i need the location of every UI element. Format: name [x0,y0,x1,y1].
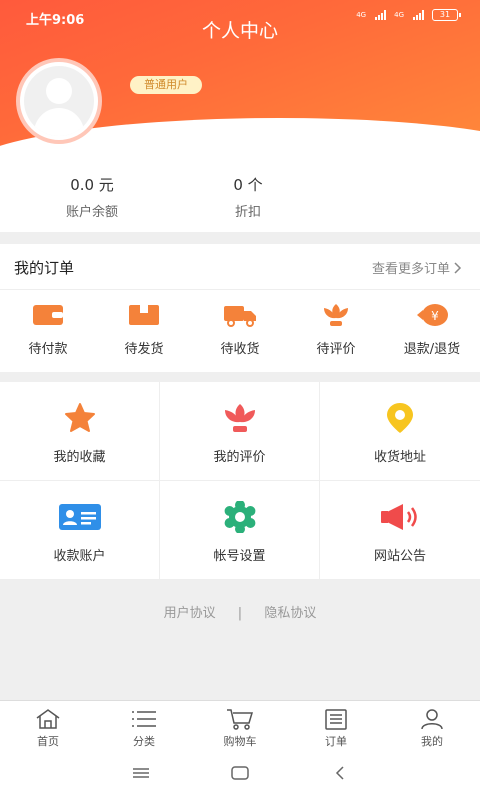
gear-icon [224,501,255,533]
order-pending-payment[interactable]: 待付款 [0,302,96,357]
grid-label: 帐号设置 [213,549,266,564]
user-level-badge: 普通用户 [130,76,202,94]
order-pending-review[interactable]: 待评价 [288,302,384,357]
footer-links: 用户协议 | 隐私协议 [0,602,480,621]
grid-label: 收货地址 [373,450,426,465]
system-nav-bar [0,752,480,800]
privacy-policy-link[interactable]: 隐私协议 [264,602,316,621]
grid-label: 我的收藏 [53,450,106,465]
order-refund-return[interactable]: ¥ 退款/退货 [384,302,480,357]
grid-label: 网站公告 [373,549,426,564]
order-label: 退款/退货 [403,342,461,357]
home-icon [36,709,60,729]
megaphone-icon [381,504,417,530]
tab-label: 购物车 [223,735,257,748]
menu-icon[interactable] [133,766,149,780]
tab-cart[interactable]: 购物车 [192,701,288,752]
balance-label: 账户余额 [65,205,118,220]
order-label: 待收货 [220,342,260,357]
bottom-tab-bar: 首页 分类 购物车 订单 我的 [0,700,480,752]
discount-stat[interactable]: 0 个 折扣 [208,174,288,220]
tab-label: 首页 [37,735,59,748]
home-button-icon[interactable] [231,766,249,780]
view-more-orders-link[interactable]: 查看更多订单 [372,258,462,277]
links-separator: | [237,606,243,621]
order-label: 待付款 [28,342,68,357]
back-icon[interactable] [335,766,345,780]
grid-label: 收款账户 [53,549,106,564]
discount-label: 折扣 [234,205,261,220]
order-label: 待评价 [316,342,356,357]
balance-stat[interactable]: 0.0 元 折扣 账户余额 [52,174,132,220]
page-title: 个人中心 [201,20,278,42]
tab-mine[interactable]: 我的 [384,701,480,752]
id-card-icon [58,504,101,530]
order-pending-receipt[interactable]: 待收货 [192,302,288,357]
grid-shipping-address[interactable]: 收货地址 [320,382,480,481]
wallet-icon [33,305,63,325]
star-icon [64,403,95,432]
chevron-right-icon [454,261,462,274]
tab-label: 我的 [421,735,443,748]
tab-orders[interactable]: 订单 [288,701,384,752]
service-grid: 我的收藏 我的评价 收货地址 收款账户 帐号设置 网站公告 [0,382,480,580]
tab-category[interactable]: 分类 [96,701,192,752]
grid-favorites[interactable]: 我的收藏 [0,382,160,481]
grid-my-reviews[interactable]: 我的评价 [160,382,320,481]
flower-icon [224,404,255,432]
cart-icon [227,709,254,730]
list-icon [132,711,156,727]
svg-text:¥: ¥ [431,309,439,323]
view-more-orders-label: 查看更多订单 [371,262,450,277]
discount-value: 0 个 [233,176,263,194]
tab-label: 订单 [325,735,347,748]
order-pending-shipment[interactable]: 待发货 [96,302,192,357]
order-label: 待发货 [124,342,164,357]
package-icon [129,305,159,325]
orders-header: 我的订单 查看更多订单 [0,244,480,290]
balance-value: 0.0 元 [70,176,114,194]
my-orders-section: 我的订单 查看更多订单 待付款 待发货 待收货 待评价 ¥ 退款/退货 [0,244,480,372]
flower-icon [324,304,348,326]
grid-account-settings[interactable]: 帐号设置 [160,481,320,580]
tab-label: 分类 [133,735,155,748]
grid-site-announcement[interactable]: 网站公告 [320,481,480,580]
clipboard-icon [325,709,347,730]
truck-icon [224,306,256,327]
orders-title: 我的订单 [14,259,75,277]
grid-label: 我的评价 [213,450,266,465]
user-agreement-link[interactable]: 用户协议 [164,602,216,621]
user-icon [421,709,443,730]
avatar[interactable] [16,58,102,144]
tab-home[interactable]: 首页 [0,701,96,752]
account-stats: 0.0 元 折扣 账户余额 0 个 折扣 [0,160,480,232]
grid-payment-account[interactable]: 收款账户 [0,481,160,580]
location-pin-icon [387,403,413,433]
refund-icon: ¥ [417,304,448,326]
